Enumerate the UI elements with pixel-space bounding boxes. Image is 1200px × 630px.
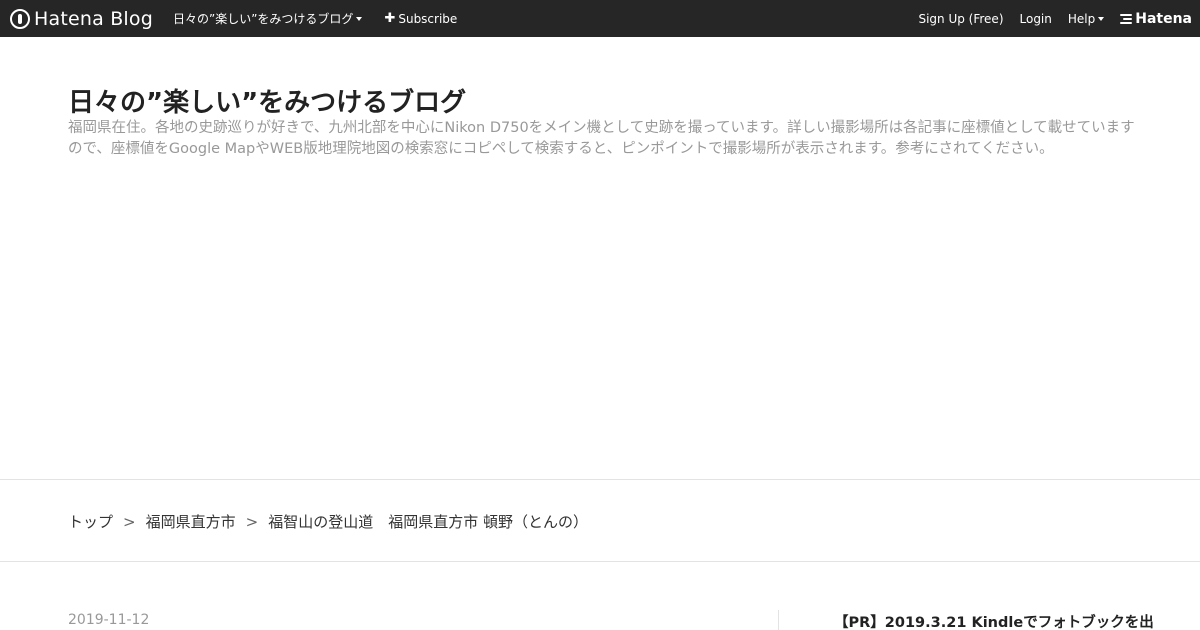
- blog-description: 福岡県在住。各地の史跡巡りが好きで、九州北部を中心にNikon D750をメイン…: [68, 120, 1135, 157]
- column-divider: [778, 610, 779, 630]
- breadcrumb-item-top[interactable]: トップ: [68, 511, 113, 532]
- global-nav-right: Sign Up (Free) Login Help Hatena: [902, 11, 1192, 27]
- global-header-bar: Hatena Blog 日々の”楽しい”をみつけるブログ ✚ Subscribe…: [0, 0, 1200, 37]
- divider: [0, 479, 1200, 480]
- breadcrumb-separator: >: [123, 512, 136, 531]
- hatena-blog-icon: [10, 8, 30, 29]
- caret-down-icon: [1098, 16, 1105, 21]
- logo-text: Hatena Blog: [34, 7, 153, 30]
- sidebar-module-title: 【PR】2019.3.21 Kindleでフォトブックを出: [834, 615, 1154, 630]
- hatena-logo-text: Hatena: [1135, 10, 1192, 27]
- breadcrumb-separator: >: [245, 512, 259, 531]
- hatena-icon: [1120, 13, 1133, 24]
- blog-title[interactable]: 日々の”楽しい”をみつけるブログ: [68, 82, 466, 119]
- breadcrumb: トップ > 福岡県直方市 > 福智山の登山道 福岡県直方市 頓野（とんの）: [68, 511, 588, 532]
- divider: [0, 561, 1200, 562]
- help-dropdown[interactable]: Help: [1067, 11, 1105, 26]
- plus-icon: ✚: [384, 11, 396, 26]
- hatena-blog-logo[interactable]: Hatena Blog: [10, 0, 153, 37]
- entry-date[interactable]: 2019-11-12: [68, 612, 149, 628]
- breadcrumb-item-category[interactable]: 福岡県直方市: [146, 511, 236, 532]
- help-label: Help: [1067, 11, 1096, 26]
- hatena-logo[interactable]: Hatena: [1120, 11, 1192, 27]
- subscribe-label: Subscribe: [398, 11, 458, 26]
- blog-menu-label: 日々の”楽しい”をみつけるブログ: [173, 12, 354, 26]
- breadcrumb-item-current: 福智山の登山道 福岡県直方市 頓野（とんの）: [268, 513, 588, 531]
- login-link[interactable]: Login: [1020, 12, 1052, 26]
- subscribe-button[interactable]: ✚ Subscribe: [384, 11, 457, 26]
- blog-menu-dropdown[interactable]: 日々の”楽しい”をみつけるブログ: [173, 10, 363, 27]
- signup-link[interactable]: Sign Up (Free): [918, 12, 1003, 26]
- caret-down-icon: [356, 16, 363, 21]
